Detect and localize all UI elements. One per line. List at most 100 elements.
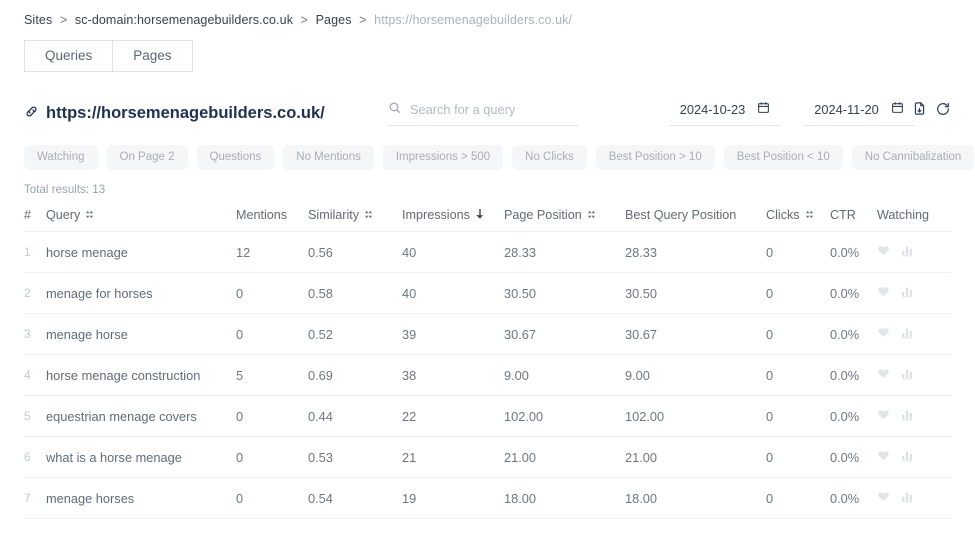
column-header-page-position[interactable]: Page Position: [504, 208, 625, 232]
filter-chip-questions[interactable]: Questions: [196, 144, 275, 170]
table-header-row: # Query Mentions Similarity Impressions …: [24, 208, 951, 232]
cell-ctr: 0.0%: [830, 354, 877, 396]
bar-chart-icon[interactable]: [901, 326, 914, 342]
cell-watching: [877, 518, 951, 533]
bar-chart-icon[interactable]: [901, 449, 914, 465]
calendar-icon[interactable]: [891, 101, 904, 119]
filter-chip-best-position-lt-10[interactable]: Best Position < 10: [723, 144, 843, 170]
view-tabs: Queries Pages: [24, 40, 193, 72]
cell-mentions: 1: [236, 518, 308, 533]
sort-both-icon[interactable]: [805, 208, 814, 222]
filter-chip-no-cannibalization[interactable]: No Cannibalization: [851, 144, 975, 170]
filter-chip-on-page-2[interactable]: On Page 2: [106, 144, 188, 170]
heart-icon[interactable]: [877, 326, 890, 342]
heart-icon[interactable]: [877, 367, 890, 383]
table-row[interactable]: 8menage fencing10.43815.0015.0000.0%: [24, 518, 951, 533]
date-to-field[interactable]: 2024-11-20: [803, 101, 915, 126]
table-row[interactable]: 2 menage for horses 0 0.58 40 30.50 30.50 0 0.0%: [24, 272, 951, 314]
table-row[interactable]: 5 equestrian menage covers 0 0.44 22 102.00 10…: [24, 395, 951, 437]
column-label: Impressions: [402, 208, 470, 222]
search-input[interactable]: [410, 102, 578, 117]
cell-ctr: 0.0%: [830, 518, 877, 533]
filter-chip-no-mentions[interactable]: No Mentions: [283, 144, 374, 170]
column-header-similarity[interactable]: Similarity: [308, 208, 402, 232]
filter-chip-impressions-gt-500[interactable]: Impressions > 500: [382, 144, 504, 170]
calendar-icon[interactable]: [757, 101, 770, 119]
heart-icon[interactable]: [877, 490, 890, 506]
breadcrumb-separator: >: [59, 13, 68, 27]
cell-best-query-position: 21.00: [625, 436, 766, 478]
column-header-watching: Watching: [877, 208, 951, 232]
cell-similarity: 0.53: [308, 436, 402, 478]
sort-descending-icon[interactable]: [475, 208, 485, 222]
cell-index: 1: [24, 231, 46, 273]
table-row[interactable]: 1 horse menage 12 0.56 40 28.33 28.33 0 0.0%: [24, 231, 951, 273]
page-title-text: https://horsemenagebuilders.co.uk/: [46, 104, 325, 122]
cell-query[interactable]: horse menage construction: [46, 354, 236, 396]
cell-index: 7: [24, 477, 46, 519]
column-header-ctr: CTR: [830, 208, 877, 232]
cell-page-position: 18.00: [504, 477, 625, 519]
breadcrumb-item-url[interactable]: https://horsemenagebuilders.co.uk/: [374, 13, 572, 27]
bar-chart-icon[interactable]: [901, 490, 914, 506]
breadcrumb-separator: >: [359, 13, 367, 27]
file-download-icon[interactable]: [912, 101, 927, 119]
refresh-icon[interactable]: [935, 101, 951, 120]
cell-watching: [877, 231, 951, 273]
cell-query[interactable]: menage horse: [46, 313, 236, 355]
cell-query[interactable]: equestrian menage covers: [46, 395, 236, 437]
sort-both-icon[interactable]: [364, 208, 373, 222]
heart-icon[interactable]: [877, 244, 890, 260]
column-header-clicks[interactable]: Clicks: [766, 208, 830, 232]
breadcrumb-item-pages[interactable]: Pages: [316, 13, 352, 27]
cell-query[interactable]: menage horses: [46, 477, 236, 519]
bar-chart-icon[interactable]: [901, 244, 914, 260]
heart-icon[interactable]: [877, 285, 890, 301]
table-header: # Query Mentions Similarity Impressions …: [24, 208, 951, 232]
heart-icon[interactable]: [877, 449, 890, 465]
bar-chart-icon[interactable]: [901, 285, 914, 301]
cell-mentions: 0: [236, 395, 308, 437]
breadcrumb-item-domain[interactable]: sc-domain:horsemenagebuilders.co.uk: [75, 13, 293, 27]
cell-watching: [877, 272, 951, 314]
cell-query[interactable]: horse menage: [46, 231, 236, 273]
filter-chip-no-clicks[interactable]: No Clicks: [512, 144, 587, 170]
table-row[interactable]: 3 menage horse 0 0.52 39 30.67 30.67 0 0.0%: [24, 313, 951, 355]
cell-clicks: 0: [766, 354, 830, 396]
cell-impressions: 19: [402, 477, 504, 519]
bar-chart-icon[interactable]: [901, 367, 914, 383]
heart-icon[interactable]: [877, 408, 890, 424]
sort-both-icon[interactable]: [587, 208, 596, 222]
cell-page-position: 9.00: [504, 354, 625, 396]
table-row[interactable]: 7 menage horses 0 0.54 19 18.00 18.00 0 0.0%: [24, 477, 951, 519]
cell-query[interactable]: menage for horses: [46, 272, 236, 314]
filter-chip-best-position-gt-10[interactable]: Best Position > 10: [595, 144, 715, 170]
column-header-impressions[interactable]: Impressions: [402, 208, 504, 232]
cell-query[interactable]: what is a horse menage: [46, 436, 236, 478]
cell-ctr: 0.0%: [830, 436, 877, 478]
tab-queries[interactable]: Queries: [24, 40, 114, 72]
cell-page-position: 21.00: [504, 436, 625, 478]
search-box[interactable]: [388, 101, 578, 126]
sort-both-icon[interactable]: [85, 208, 94, 222]
cell-best-query-position: 18.00: [625, 477, 766, 519]
tab-pages[interactable]: Pages: [113, 40, 193, 72]
breadcrumb-item-sites[interactable]: Sites: [24, 13, 52, 27]
table-row[interactable]: 6 what is a horse menage 0 0.53 21 21.00 21.00…: [24, 436, 951, 478]
column-header-query[interactable]: Query: [46, 208, 236, 232]
table-row[interactable]: 4 horse menage construction 5 0.69 38 9.00 9.0…: [24, 354, 951, 396]
bar-chart-icon[interactable]: [901, 408, 914, 424]
queries-table: # Query Mentions Similarity Impressions …: [24, 208, 951, 533]
column-label: Watching: [877, 208, 930, 222]
date-from-field[interactable]: 2024-10-23: [669, 101, 781, 126]
cell-query[interactable]: menage fencing: [46, 518, 236, 533]
cell-clicks: 0: [766, 477, 830, 519]
link-icon: [24, 104, 39, 124]
filter-chip-watching[interactable]: Watching: [24, 144, 98, 170]
cell-clicks: 0: [766, 518, 830, 533]
column-label: Page Position: [504, 208, 582, 222]
cell-similarity: 0.58: [308, 272, 402, 314]
cell-page-position: 28.33: [504, 231, 625, 273]
filter-chips: Watching On Page 2 Questions No Mentions…: [24, 144, 975, 170]
cell-page-position: 30.50: [504, 272, 625, 314]
